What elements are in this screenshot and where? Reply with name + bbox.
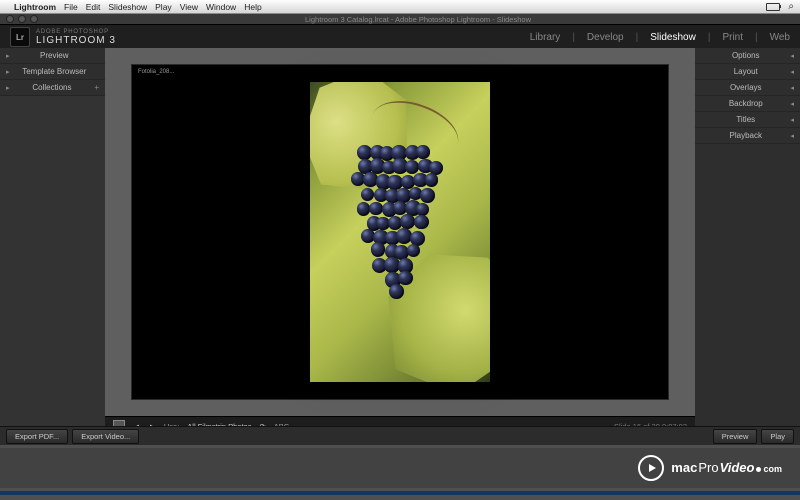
panel-overlays[interactable]: Overlays◂	[695, 80, 800, 96]
panel-preview[interactable]: ▸Preview	[0, 48, 105, 64]
lightroom-header: Lr ADOBE PHOTOSHOP LIGHTROOM 3 Library| …	[0, 24, 800, 50]
play-ring-icon	[638, 455, 664, 481]
panel-template-browser[interactable]: ▸Template Browser	[0, 64, 105, 80]
panel-titles[interactable]: Titles◂	[695, 112, 800, 128]
panel-layout[interactable]: Layout◂	[695, 64, 800, 80]
module-picker: Library| Develop| Slideshow| Print| Web	[530, 32, 790, 43]
battery-icon	[766, 3, 780, 11]
right-panel: Options◂ Layout◂ Overlays◂ Backdrop◂ Tit…	[695, 48, 800, 435]
play-button[interactable]: Play	[761, 429, 794, 444]
zoom-icon[interactable]	[30, 15, 38, 23]
menu-app-name[interactable]: Lightroom	[14, 2, 56, 12]
module-library[interactable]: Library	[530, 32, 561, 43]
menu-help[interactable]: Help	[244, 2, 261, 12]
module-develop[interactable]: Develop	[587, 32, 624, 43]
minimize-icon[interactable]	[18, 15, 26, 23]
module-print[interactable]: Print	[722, 32, 743, 43]
module-slideshow[interactable]: Slideshow	[650, 32, 696, 43]
site-watermark-strip: mac Pro Video com	[0, 448, 800, 488]
brand-line1: ADOBE PHOTOSHOP	[36, 29, 116, 35]
slide-image	[310, 82, 490, 382]
slide-editor[interactable]: Fotolia_208...	[105, 48, 695, 416]
close-icon[interactable]	[6, 15, 14, 23]
window-title: Lightroom 3 Catalog.lrcat - Adobe Photos…	[42, 15, 794, 24]
slide-filename: Fotolia_208...	[138, 69, 174, 75]
menu-slideshow[interactable]: Slideshow	[108, 2, 147, 12]
panel-options[interactable]: Options◂	[695, 48, 800, 64]
window-titlebar: Lightroom 3 Catalog.lrcat - Adobe Photos…	[0, 14, 800, 24]
menu-file[interactable]: File	[64, 2, 78, 12]
panel-collections[interactable]: ▸Collections+	[0, 80, 105, 96]
slide-frame: Fotolia_208...	[131, 64, 669, 400]
left-panel: ▸Preview ▸Template Browser ▸Collections+	[0, 48, 105, 435]
footer-bar: Export PDF... Export Video... Preview Pl…	[0, 426, 800, 445]
module-web[interactable]: Web	[770, 32, 790, 43]
spotlight-icon[interactable]: ⌕	[788, 1, 794, 12]
preview-button[interactable]: Preview	[713, 429, 758, 444]
export-video-button[interactable]: Export Video...	[72, 429, 139, 444]
brand-line2: LIGHTROOM 3	[36, 35, 116, 46]
lightroom-logo-icon: Lr	[10, 27, 30, 47]
menu-view[interactable]: View	[180, 2, 198, 12]
macprovideo-logo: mac Pro Video com	[638, 455, 782, 481]
progress-baseline	[0, 491, 800, 495]
export-pdf-button[interactable]: Export PDF...	[6, 429, 68, 444]
panel-playback[interactable]: Playback◂	[695, 128, 800, 144]
panel-backdrop[interactable]: Backdrop◂	[695, 96, 800, 112]
menu-edit[interactable]: Edit	[86, 2, 101, 12]
mac-menu-bar: Lightroom File Edit Slideshow Play View …	[0, 0, 800, 14]
menu-window[interactable]: Window	[206, 2, 236, 12]
menu-play[interactable]: Play	[155, 2, 172, 12]
